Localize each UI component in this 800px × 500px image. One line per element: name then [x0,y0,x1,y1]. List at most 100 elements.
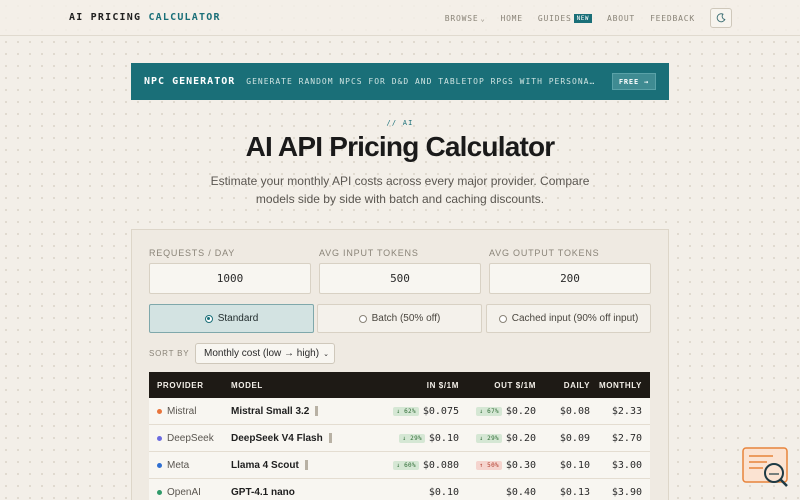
provider-name: DeepSeek [167,432,214,444]
col-out[interactable]: OUT $/1M [459,381,536,390]
out-price-cell: ↓ 29% $0.20 [459,433,536,444]
nav-home[interactable]: HOME [500,14,522,23]
mode-standard-label: Standard [217,313,259,324]
model-name: GPT-4.1 nano [231,486,295,498]
monthly-cost: $3.00 [611,459,642,471]
table-row[interactable]: Meta Llama 4 Scout ↓ 60% $0.080 ↑ 50% $0… [149,452,650,479]
monthly-cost: $3.90 [611,486,642,498]
model-name: DeepSeek V4 Flash [231,432,323,444]
nav-browse[interactable]: BROWSE ⌄ [445,14,486,23]
out-change-badge: ↑ 50% [476,460,502,470]
category-eyebrow: // AI [386,119,414,127]
in-price-cell: ↓ 60% $0.080 [351,460,459,471]
nav-links: BROWSE ⌄ HOME GUIDES NEW ABOUT FEEDBACK [445,7,732,29]
table-row[interactable]: DeepSeek DeepSeek V4 Flash ↓ 29% $0.10 ↓… [149,425,650,452]
output-tokens-label: AVG OUTPUT TOKENS [489,248,600,258]
in-price-cell: ↓ 62% $0.075 [351,406,459,417]
daily-cost: $0.13 [559,486,590,498]
col-monthly[interactable]: MONTHLY [590,381,642,390]
model-name: Llama 4 Scout [231,459,299,471]
nav-about[interactable]: ABOUT [607,14,635,23]
in-price-cell: ↓ 29% $0.10 [351,433,459,444]
model-cell: Llama 4 Scout [223,460,351,471]
provider-cell: DeepSeek [149,433,223,444]
col-model[interactable]: MODEL [223,381,351,390]
logo-main: AI PRICING [69,12,142,23]
provider-dot-icon [157,435,162,441]
model-cell: DeepSeek V4 Flash [223,433,351,444]
drag-handle-icon [315,406,319,416]
model-cell: GPT-4.1 nano [223,487,351,498]
out-price: $0.40 [505,486,536,498]
out-price: $0.20 [505,405,536,417]
daily-cost: $0.08 [559,405,590,417]
search-widget-icon[interactable] [740,446,792,490]
banner-cta-button[interactable]: FREE → [611,73,656,90]
daily-cost: $0.09 [559,432,590,444]
top-nav: AI PRICING CALCULATOR BROWSE ⌄ HOME GUIDE… [0,0,800,36]
drag-handle-icon [328,433,332,443]
model-name: Mistral Small 3.2 [231,405,310,417]
provider-name: Mistral [167,405,197,417]
out-price-cell: ↑ 50% $0.30 [459,460,536,471]
promo-banner[interactable]: NPC GENERATOR GENERATE RANDOM NPCS FOR D… [131,63,669,100]
provider-name: OpenAI [167,486,201,498]
mode-cached-label: Cached input (90% off input) [511,313,639,324]
banner-title: NPC GENERATOR [144,76,236,87]
nav-browse-label: BROWSE [444,13,479,23]
provider-dot-icon [157,462,162,468]
mode-batch-label: Batch (50% off) [371,313,441,324]
provider-cell: OpenAI [149,487,223,498]
sort-select[interactable]: Monthly cost (low → high) ⌄ [195,343,335,364]
out-change-badge: ↓ 29% [476,433,502,443]
in-change-badge: ↓ 60% [393,460,419,470]
col-daily[interactable]: DAILY [536,381,590,390]
nav-guides[interactable]: GUIDES NEW [537,13,592,23]
col-provider[interactable]: PROVIDER [149,381,223,390]
out-price-cell: $0.40 [459,487,536,498]
out-change-badge: ↓ 67% [476,406,502,416]
requests-label: REQUESTS / DAY [149,248,236,258]
drag-handle-icon [304,460,308,470]
table-header: PROVIDER MODEL IN $/1M OUT $/1M DAILY MO… [149,372,650,398]
monthly-cost: $2.33 [611,405,642,417]
pricing-table: PROVIDER MODEL IN $/1M OUT $/1M DAILY MO… [149,372,650,500]
in-price: $0.080 [422,459,459,471]
radio-selected-icon [204,314,213,323]
radio-icon [358,314,367,323]
new-badge: NEW [573,13,592,23]
site-logo[interactable]: AI PRICING CALCULATOR [69,12,221,23]
input-tokens-label: AVG INPUT TOKENS [319,248,419,258]
daily-cost: $0.10 [559,459,590,471]
page-title: AI API Pricing Calculator [245,131,556,162]
model-cell: Mistral Small 3.2 [223,406,351,417]
provider-name: Meta [167,459,190,471]
provider-cell: Mistral [149,406,223,417]
in-price: $0.075 [422,405,459,417]
radio-icon [498,314,507,323]
chevron-down-icon: ⌄ [323,350,329,358]
sort-selected-value: Monthly cost (low → high) [204,348,320,359]
page-subtitle: Estimate your monthly API costs across e… [210,174,590,206]
requests-input[interactable]: 1000 [149,263,311,294]
mode-batch-button[interactable]: Batch (50% off) [317,304,482,333]
in-price-cell: $0.10 [351,487,459,498]
table-row[interactable]: OpenAI GPT-4.1 nano $0.10 $0.40 $0.13 $3… [149,479,650,500]
monthly-cost: $2.70 [611,432,642,444]
moon-icon [716,13,726,23]
logo-accent: CALCULATOR [148,12,221,23]
nav-guides-label: GUIDES [537,13,572,23]
nav-feedback[interactable]: FEEDBACK [650,14,695,23]
input-tokens-input[interactable]: 500 [319,263,481,294]
provider-dot-icon [157,408,162,414]
table-row[interactable]: Mistral Mistral Small 3.2 ↓ 62% $0.075 ↓… [149,398,650,425]
sort-label: SORT BY [149,349,190,358]
provider-cell: Meta [149,460,223,471]
provider-dot-icon [157,489,162,495]
mode-cached-button[interactable]: Cached input (90% off input) [486,304,651,333]
output-tokens-input[interactable]: 200 [489,263,651,294]
mode-standard-button[interactable]: Standard [149,304,314,333]
chevron-down-icon: ⌄ [480,14,486,23]
col-in[interactable]: IN $/1M [351,381,459,390]
theme-toggle-button[interactable] [710,8,732,28]
